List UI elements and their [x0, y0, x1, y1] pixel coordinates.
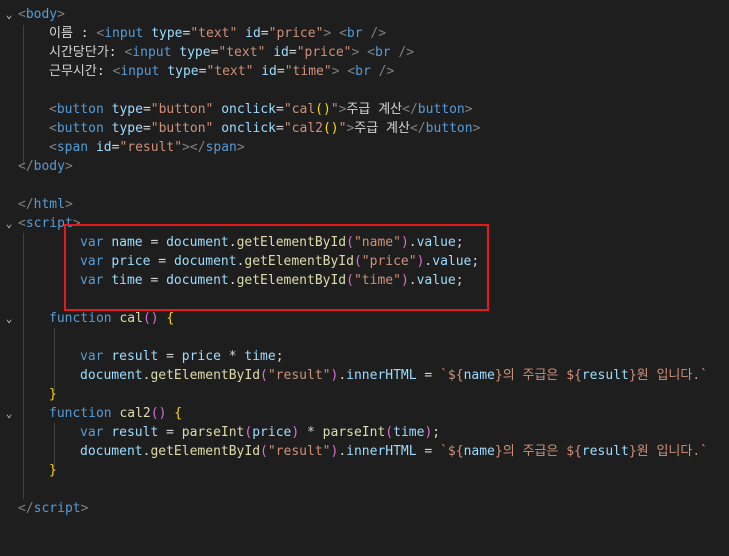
code-line: <button type="button" onclick="cal()">주급… [49, 102, 473, 117]
fold-chevron-icon[interactable]: ⌄ [3, 404, 15, 423]
code-line: <button type="button" onclick="cal2()">주… [49, 121, 481, 136]
fold-chevron-icon[interactable]: ⌄ [3, 5, 15, 24]
code-line: </html> [18, 197, 73, 212]
code-line: ⌄ function cal2() { [0, 404, 729, 423]
code-line: 이름 : <input type="text" id="price"> <br … [49, 26, 387, 41]
fold-chevron-icon[interactable]: ⌄ [3, 309, 15, 328]
code-line: } [49, 463, 57, 478]
code-line: var result = price * time; [80, 349, 284, 364]
code-line: ⌄ <body> [0, 5, 729, 24]
code-line: 시간당단가: <input type="text" id="price"> <b… [49, 45, 415, 60]
code-line: </script> [18, 501, 89, 516]
code-line: document.getElementById("result").innerH… [80, 444, 708, 459]
fold-chevron-icon[interactable]: ⌄ [3, 214, 15, 233]
code-line: ⌄ function cal() { [0, 309, 729, 328]
code-editor[interactable]: ⌄ <body> 이름 : <input type="text" id="pri… [0, 0, 729, 524]
code-line: <span id="result"></span> [49, 140, 245, 155]
code-line: </body> [18, 159, 73, 174]
highlight-box [64, 224, 489, 311]
code-line: 근무시간: <input type="text" id="time"> <br … [49, 64, 395, 79]
code-line: document.getElementById("result").innerH… [80, 368, 708, 383]
code-line: } [49, 387, 57, 402]
code-line: var result = parseInt(price) * parseInt(… [80, 425, 441, 440]
